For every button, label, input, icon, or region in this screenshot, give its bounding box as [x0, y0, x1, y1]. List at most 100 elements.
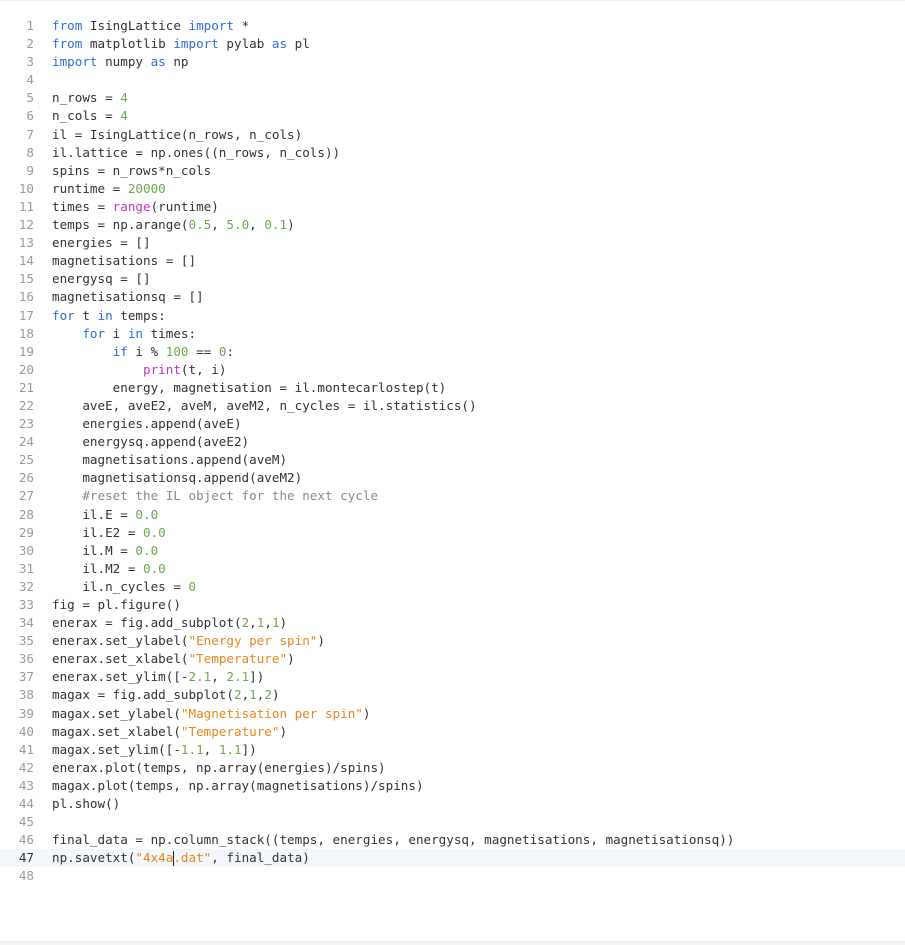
line-number: 21 [18, 379, 34, 395]
code-text: np.savetxt( [52, 850, 136, 866]
line-number: 46 [18, 832, 34, 848]
number-token: 1 [249, 687, 257, 703]
code-text: energysq.append(aveE2) [52, 434, 250, 450]
code-line-5[interactable]: 5 n_rows = 4 [0, 89, 905, 107]
code-line-18[interactable]: 18 for i in times: [0, 325, 905, 343]
code-line-10[interactable]: 10 runtime = 20000 [0, 180, 905, 198]
code-line-32[interactable]: 32 il.n_cycles = 0 [0, 578, 905, 596]
code-text: il.M2 = [52, 560, 143, 576]
code-line-12[interactable]: 12 temps = np.arange(0.5, 5.0, 0.1) [0, 216, 905, 234]
code-text: t [74, 307, 98, 323]
code-line-22[interactable]: 22 aveE, aveE2, aveM, aveM2, n_cycles = … [0, 397, 905, 415]
code-line-34[interactable]: 34 enerax = fig.add_subplot(2,1,1) [0, 614, 905, 632]
code-line-11[interactable]: 11 times = range(runtime) [0, 198, 905, 216]
line-number: 43 [18, 777, 34, 793]
code-text: , [203, 741, 219, 757]
code-line-27[interactable]: 27 #reset the IL object for the next cyc… [0, 487, 905, 505]
code-line-40[interactable]: 40 magax.set_xlabel("Temperature") [0, 723, 905, 741]
code-line-30[interactable]: 30 il.M = 0.0 [0, 542, 905, 560]
code-line-33[interactable]: 33 fig = pl.figure() [0, 596, 905, 614]
code-text: magax.plot(temps, np.array(magnetisation… [52, 777, 424, 793]
code-line-26[interactable]: 26 magnetisationsq.append(aveM2) [0, 469, 905, 487]
code-line-1[interactable]: 1 from IsingLattice import * [0, 17, 905, 35]
code-area[interactable]: 1 from IsingLattice import * 2 from matplot… [0, 17, 905, 886]
code-line-36[interactable]: 36 enerax.set_xlabel("Temperature") [0, 650, 905, 668]
code-line-2[interactable]: 2 from matplotlib import pylab as pl [0, 35, 905, 53]
code-line-46[interactable]: 46 final_data = np.column_stack((temps, e… [0, 831, 905, 849]
line-number: 42 [18, 759, 34, 775]
code-text: , [249, 615, 257, 631]
keyword-token: import [52, 54, 98, 70]
keyword-token: in [127, 325, 144, 341]
editor-bottom-border [0, 941, 905, 945]
keyword-token: as [150, 54, 166, 70]
line-number: 22 [18, 397, 34, 413]
code-line-17[interactable]: 17 for t in temps: [0, 307, 905, 325]
number-token: 0.0 [135, 542, 159, 558]
code-line-35[interactable]: 35 enerax.set_ylabel("Energy per spin") [0, 632, 905, 650]
code-text: enerax.set_ylabel( [52, 633, 189, 649]
code-text: aveE, aveE2, aveM, aveM2, n_cycles = il.… [52, 397, 477, 413]
builtin-token: range [112, 198, 151, 214]
code-line-4[interactable]: 4 [0, 71, 905, 89]
code-line-6[interactable]: 6 n_cols = 4 [0, 107, 905, 125]
code-line-47[interactable]: 47 np.savetxt("4x4a.dat", final_data) [0, 849, 905, 868]
code-line-25[interactable]: 25 magnetisations.append(aveM) [0, 451, 905, 469]
code-line-23[interactable]: 23 energies.append(aveE) [0, 415, 905, 433]
code-line-8[interactable]: 8 il.lattice = np.ones((n_rows, n_cols)) [0, 144, 905, 162]
number-token: 20000 [127, 180, 166, 196]
line-number: 9 [26, 162, 34, 178]
number-token: 0.0 [143, 524, 166, 540]
code-line-44[interactable]: 44 pl.show() [0, 795, 905, 813]
code-text: fig = pl.figure() [52, 597, 181, 612]
code-line-37[interactable]: 37 enerax.set_ylim([-2.1, 2.1]) [0, 668, 905, 686]
code-line-15[interactable]: 15 energysq = [] [0, 270, 905, 288]
code-text: : [226, 343, 235, 359]
code-line-9[interactable]: 9 spins = n_rows*n_cols [0, 162, 905, 180]
code-text: ) [287, 217, 295, 233]
code-text: , [211, 217, 227, 233]
code-text: enerax.set_xlabel( [52, 651, 189, 667]
string-token: "4x4a [135, 850, 174, 866]
code-text: i % [127, 343, 166, 359]
code-line-20[interactable]: 20 print(t, i) [0, 361, 905, 379]
code-line-31[interactable]: 31 il.M2 = 0.0 [0, 560, 905, 578]
code-line-14[interactable]: 14 magnetisations = [] [0, 252, 905, 270]
code-line-45[interactable]: 45 [0, 813, 905, 831]
code-text: ) [317, 633, 325, 649]
code-line-38[interactable]: 38 magax = fig.add_subplot(2,1,2) [0, 686, 905, 704]
code-line-48[interactable]: 48 [0, 867, 905, 885]
line-number: 40 [18, 723, 34, 739]
code-line-29[interactable]: 29 il.E2 = 0.0 [0, 524, 905, 542]
line-number: 18 [18, 325, 34, 341]
code-line-19[interactable]: 19 if i % 100 == 0: [0, 343, 905, 361]
keyword-token: from [52, 36, 83, 52]
code-text: runtime = [52, 180, 128, 196]
code-text: final_data = np.column_stack((temps, ene… [52, 832, 735, 848]
code-line-42[interactable]: 42 enerax.plot(temps, np.array(energies)/… [0, 759, 905, 777]
code-line-28[interactable]: 28 il.E = 0.0 [0, 506, 905, 524]
code-text: ]) [249, 669, 265, 685]
code-line-21[interactable]: 21 energy, magnetisation = il.montecarlo… [0, 379, 905, 397]
number-token: 4 [120, 108, 128, 124]
code-text: , [211, 669, 227, 685]
line-number: 8 [26, 144, 34, 160]
code-text: il.lattice = np.ones((n_rows, n_cols)) [52, 144, 341, 160]
code-editor[interactable]: 1 from IsingLattice import * 2 from matplot… [0, 0, 905, 945]
code-text: magax.set_ylim([- [52, 741, 181, 757]
code-line-7[interactable]: 7 il = IsingLattice(n_rows, n_cols) [0, 126, 905, 144]
string-token: .dat" [173, 850, 212, 866]
code-line-13[interactable]: 13 energies = [] [0, 234, 905, 252]
code-line-24[interactable]: 24 energysq.append(aveE2) [0, 433, 905, 451]
code-text: (t, i) [180, 361, 227, 377]
line-number: 5 [26, 90, 34, 106]
code-line-3[interactable]: 3 import numpy as np [0, 53, 905, 71]
code-line-16[interactable]: 16 magnetisationsq = [] [0, 288, 905, 306]
code-text: enerax.set_ylim([- [52, 669, 189, 685]
code-line-43[interactable]: 43 magax.plot(temps, np.array(magnetisati… [0, 777, 905, 795]
code-text: ) [279, 615, 288, 631]
code-line-41[interactable]: 41 magax.set_ylim([-1.1, 1.1]) [0, 741, 905, 759]
code-text: enerax.plot(temps, np.array(energies)/sp… [52, 759, 386, 775]
code-line-39[interactable]: 39 magax.set_ylabel("Magnetisation per sp… [0, 705, 905, 723]
